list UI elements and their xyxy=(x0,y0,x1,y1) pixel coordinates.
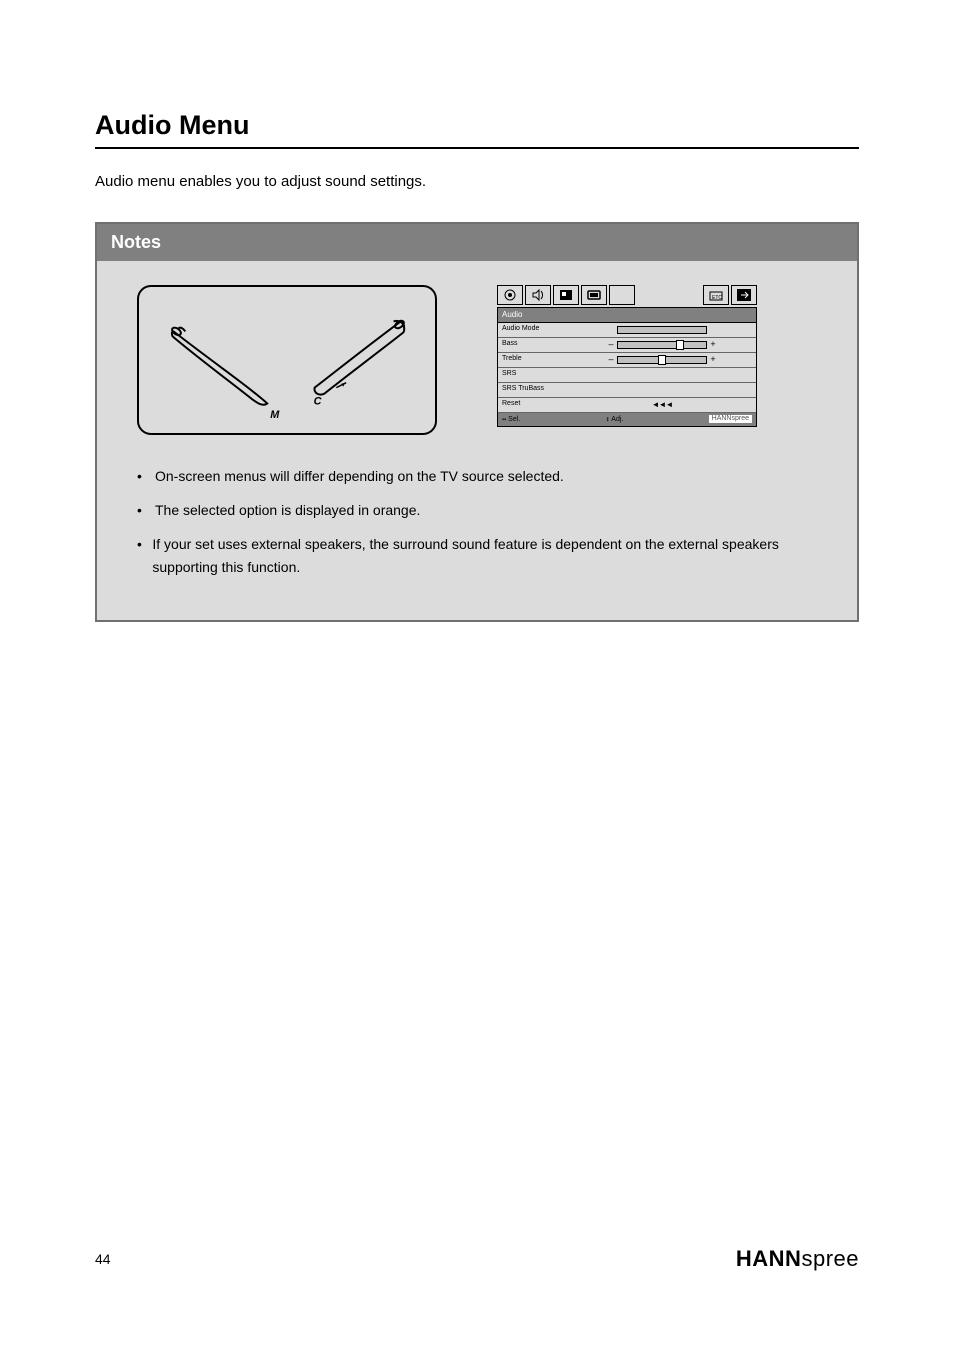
osd-foot-brand: HANNspree xyxy=(709,415,752,423)
osd-row: SRS xyxy=(498,368,756,383)
osd-row: Treble–+ xyxy=(498,353,756,368)
osd-row: Reset◄◄◄ xyxy=(498,398,756,413)
osd-row: Bass–+ xyxy=(498,338,756,353)
device-illustration: M C xyxy=(137,285,437,435)
svg-text:M: M xyxy=(270,409,280,421)
osd-row-value: –+ xyxy=(568,339,756,350)
osd-row-value: –+ xyxy=(568,354,756,365)
osd-mockup: ETC Audio Audio ModeBass–+Treble–+SRSSRS… xyxy=(497,285,757,427)
svg-text:C: C xyxy=(314,395,322,407)
intro-text: Audio menu enables you to adjust sound s… xyxy=(95,171,859,192)
notes-box: Notes M xyxy=(95,222,859,622)
note-line: If your set uses external speakers, the … xyxy=(152,533,817,581)
tab-audio-icon xyxy=(525,285,551,305)
tab-screen-icon xyxy=(581,285,607,305)
osd-row-label: SRS TruBass xyxy=(498,385,568,393)
osd-row-label: Audio Mode xyxy=(498,325,568,333)
osd-row-label: Bass xyxy=(498,340,568,348)
footer-brand: HANNspree xyxy=(736,1246,859,1272)
page-title: Audio Menu xyxy=(95,110,859,141)
osd-row: Audio Mode xyxy=(498,323,756,338)
svg-text:ETC: ETC xyxy=(712,295,722,301)
osd-row-value xyxy=(568,326,756,334)
note-line: The selected option is displayed in oran… xyxy=(155,499,420,523)
bullet-icon: • xyxy=(137,465,155,499)
tab-blank-icon xyxy=(609,285,635,305)
osd-row-label: Reset xyxy=(498,400,568,408)
osd-foot-sel: ↔ Sel. xyxy=(502,415,520,424)
tab-etc-icon: ETC xyxy=(703,285,729,305)
tab-exit-icon xyxy=(731,285,757,305)
osd-row-label: SRS xyxy=(498,370,568,378)
note-line: On-screen menus will differ depending on… xyxy=(155,465,564,489)
page-number: 44 xyxy=(95,1251,111,1267)
osd-row: SRS TruBass xyxy=(498,383,756,398)
bullet-icon: • xyxy=(137,533,152,591)
osd-row-value: ◄◄◄ xyxy=(568,400,756,410)
osd-foot-adj: ↕ Adj. xyxy=(606,415,624,424)
osd-row-label: Treble xyxy=(498,355,568,363)
tab-picture-icon xyxy=(497,285,523,305)
osd-tab-label: Audio xyxy=(498,308,756,323)
bullet-icon: • xyxy=(137,499,155,533)
tab-ch-icon xyxy=(553,285,579,305)
notes-heading: Notes xyxy=(97,224,857,261)
